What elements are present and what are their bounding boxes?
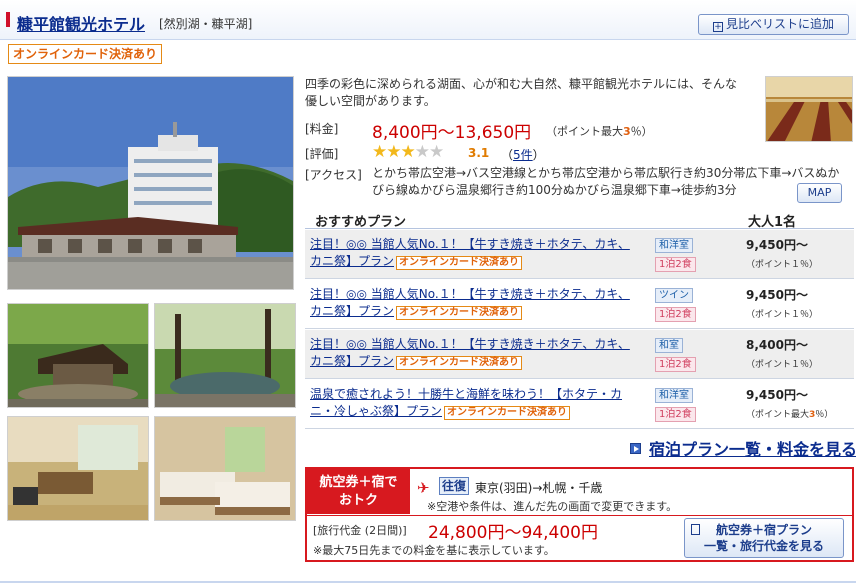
plan-title-link[interactable]: 注目！◎◎ 当館人気No.１！【牛すき焼き＋ホタテ、カキ、カニ祭】プラン オンライ… (310, 336, 632, 370)
dining-hall-photo[interactable] (765, 76, 853, 142)
plan-row: 注目！◎◎ 当館人気No.１！【牛すき焼き＋ホタテ、カキ、カニ祭】プラン オンライ… (305, 330, 854, 379)
points-max-prefix: （ポイント最大 (546, 125, 623, 138)
travel-cost-label: [旅行代金 (2日間)] (313, 524, 407, 537)
rating-stars: ★★★★★ (372, 142, 444, 162)
outdoor-bath-photo-1[interactable] (7, 303, 149, 408)
add-to-compare-button[interactable]: + 見比べリストに追加 (698, 14, 849, 35)
online-card-badge: オンラインカード決済あり (396, 306, 523, 320)
plan-points: （ポイント１％） (746, 360, 819, 370)
hotel-name-link[interactable]: 糠平館観光ホテル (17, 11, 145, 35)
star-icon: ★ (400, 142, 416, 162)
hotel-description: 四季の彩色に深められる湖面、心が和む大自然、糠平館観光ホテルには、そんな優しい空… (305, 77, 738, 108)
price-range: 8,400円〜13,650円 (372, 123, 532, 143)
plan-points: （ポイント１％） (746, 260, 819, 270)
plan-points-prefix: （ポイント最大 (746, 410, 810, 420)
plan-row: 温泉で癒されよう！十勝牛と海鮮を味わう！【ホタテ・カニ・冷しゃぶ祭】プラン オンラ… (305, 380, 854, 429)
star-icon: ★ (429, 142, 444, 162)
air-label-line2: おトク (338, 493, 378, 508)
japanese-room-photo[interactable] (7, 416, 149, 521)
flight-route: 東京(羽田)→札幌・千歳 (475, 481, 603, 495)
arrow-square-icon (630, 443, 641, 454)
online-card-badge: オンラインカード決済あり (444, 406, 571, 420)
plan-points: （ポイント１％） (746, 310, 819, 320)
plane-icon: ✈ (417, 479, 430, 497)
western-room-photo[interactable] (154, 416, 296, 521)
plan-table-header: おすすめプラン 大人1名 (305, 208, 854, 230)
access-directions: とかち帯広空港→バス空港線とかち帯広空港から帯広駅行き約30分帯広下車→バスぬか… (372, 166, 840, 197)
air-button-line2: 一覧・旅行代金を見る (703, 539, 824, 553)
points-max-suffix: ％） (630, 125, 653, 138)
plan-title-link[interactable]: 注目！◎◎ 当館人気No.１！【牛すき焼き＋ホタテ、カキ、カニ祭】プラン オンライ… (310, 286, 632, 320)
outdoor-bath-photo-2[interactable] (154, 303, 296, 408)
air-note: ※空港や条件は、進んだ先の画面で変更できます。 (427, 500, 678, 513)
plan-title-link[interactable]: 温泉で癒されよう！十勝牛と海鮮を味わう！【ホタテ・カニ・冷しゃぶ祭】プラン オンラ… (310, 386, 632, 420)
divider (307, 515, 852, 516)
air-button-line1: 航空券＋宿プラン (715, 523, 812, 537)
room-type-tag: 和洋室 (655, 238, 693, 253)
points-max-value: 3 (623, 125, 631, 138)
plan-price: 9,450円〜 (746, 388, 808, 402)
plan-points-suffix: ％） (815, 410, 834, 420)
map-button[interactable]: MAP (797, 183, 842, 203)
review-count-link[interactable]: 5件 (513, 148, 533, 162)
meal-tag: 1泊2食 (655, 407, 696, 422)
travel-note: ※最大75日先までの料金を基に表示しています。 (313, 544, 555, 557)
compare-button-label: 見比べリストに追加 (725, 17, 834, 31)
review-count: （5件） (501, 146, 545, 163)
plan-title-link[interactable]: 注目！◎◎ 当館人気No.１！【牛すき焼き＋ホタテ、カキ、カニ祭】プラン オンライ… (310, 236, 632, 270)
air-hotel-package-box: 航空券＋宿で おトク ✈ 往復 東京(羽田)→札幌・千歳 ※空港や条件は、進んだ先… (305, 467, 854, 562)
plan-price: 8,400円〜 (746, 338, 808, 352)
plus-square-icon: + (712, 22, 723, 32)
meal-tag: 1泊2食 (655, 357, 696, 372)
room-type-tag: 和洋室 (655, 388, 693, 403)
price-label: [料金] (305, 122, 339, 136)
hotel-area: [然別湖・糠平湖] (159, 17, 253, 31)
online-card-badge: オンラインカード決済あり (396, 356, 523, 370)
plan-price: 9,450円〜 (746, 288, 808, 302)
roundtrip-badge: 往復 (439, 477, 469, 495)
points-max: （ポイント最大3％） (546, 123, 653, 139)
plan-price: 9,450円〜 (746, 238, 808, 252)
plan-row: 注目！◎◎ 当館人気No.１！【牛すき焼き＋ホタテ、カキ、カニ祭】プラン オンライ… (305, 280, 854, 329)
price-column-header: 大人1名 (748, 215, 797, 230)
plan-row: 注目！◎◎ 当館人気No.１！【牛すき焼き＋ホタテ、カキ、カニ祭】プラン オンライ… (305, 230, 854, 279)
online-card-badge: オンラインカード決済あり (8, 44, 163, 64)
document-icon (691, 524, 700, 535)
star-icon: ★ (372, 142, 387, 162)
rating-label: [評価] (305, 147, 339, 161)
meal-tag: 1泊2食 (655, 307, 696, 322)
meal-tag: 1泊2食 (655, 257, 696, 272)
review-close-paren: ） (532, 148, 545, 162)
star-icon: ★ (414, 142, 430, 162)
room-type-tag: ツイン (655, 288, 693, 303)
star-icon: ★ (386, 142, 401, 162)
bottom-divider (0, 581, 856, 583)
plan-column-header: おすすめプラン (315, 215, 407, 230)
online-card-badge: オンラインカード決済あり (396, 256, 523, 270)
all-plans-link-label[interactable]: 宿泊プラン一覧・料金を見る (649, 440, 856, 459)
hotel-main-photo[interactable] (7, 76, 294, 290)
air-label-line1: 航空券＋宿で (319, 475, 398, 490)
title-accent-bar (6, 12, 10, 27)
review-open-paren: （ (501, 148, 514, 162)
room-type-tag: 和室 (655, 338, 683, 353)
air-hotel-plans-button[interactable]: 航空券＋宿プラン 一覧・旅行代金を見る (684, 518, 844, 558)
travel-cost: 24,800円〜94,400円 (428, 523, 598, 543)
all-plans-link[interactable]: 宿泊プラン一覧・料金を見る (630, 436, 856, 460)
air-hotel-label: 航空券＋宿で おトク (307, 469, 410, 514)
access-label: [アクセス] (305, 168, 362, 182)
plan-points: （ポイント最大3％） (746, 407, 833, 420)
rating-value: 3.1 (468, 146, 490, 160)
